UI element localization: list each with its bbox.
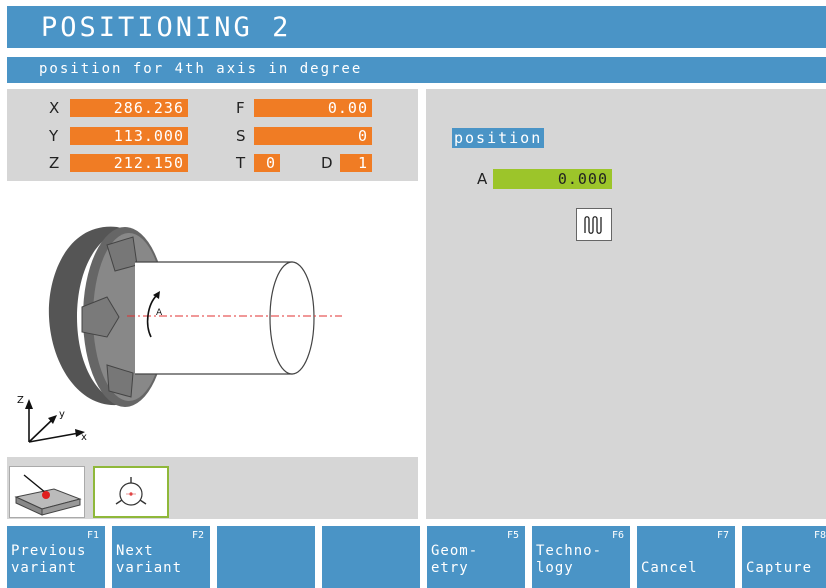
softkey-label-line1: Previous	[11, 543, 87, 559]
softkey-f6-technology[interactable]: F6 Techno- logy	[532, 526, 630, 588]
fkey-label: F5	[506, 530, 519, 541]
t-label: T	[236, 154, 246, 172]
softkey-f3-empty[interactable]	[217, 526, 315, 588]
softkey-label-line1: Next	[116, 543, 154, 559]
softkey-label-line2: Cancel	[641, 560, 698, 576]
fkey-label: F6	[611, 530, 624, 541]
axis-z-label: Z	[17, 395, 24, 406]
section-heading-position: position	[452, 128, 545, 148]
y-value: 113.000	[70, 127, 188, 145]
hint-bar: position for 4th axis in degree	[7, 57, 826, 83]
page-title: POSITIONING 2	[41, 12, 292, 43]
fkey-label: F1	[86, 530, 99, 541]
softkey-f2-next-variant[interactable]: F2 Next variant	[112, 526, 210, 588]
axis-x-label: x	[81, 432, 87, 443]
axis-y-label: y	[59, 409, 65, 420]
t-value: 0	[254, 154, 280, 172]
position-values-panel: X 286.236 Y 113.000 Z 212.150 F 0.00 S 0…	[7, 89, 418, 181]
a-axis-input[interactable]: 0.000	[493, 169, 612, 189]
y-label: Y	[49, 127, 59, 145]
softkey-label-line2: etry	[431, 560, 469, 576]
softkey-f5-geometry[interactable]: F5 Geom- etry	[427, 526, 525, 588]
pulse-toggle-button[interactable]	[576, 208, 612, 241]
panel-divider	[418, 89, 426, 519]
fkey-label: F8	[813, 530, 826, 541]
x-value: 286.236	[70, 99, 188, 117]
plane-with-point-icon	[14, 474, 82, 516]
s-label: S	[236, 127, 246, 145]
machine-diagram: A Z y x	[7, 187, 418, 457]
s-value: 0	[254, 127, 372, 145]
d-label: D	[321, 154, 333, 172]
input-panel: position A 0.000	[426, 89, 826, 519]
fkey-label: F2	[191, 530, 204, 541]
pulse-icon	[584, 216, 602, 234]
circle-center-icon	[115, 477, 147, 506]
f-label: F	[236, 99, 245, 117]
softkey-f4-empty[interactable]	[322, 526, 420, 588]
softkey-label-line2: Capture	[746, 560, 813, 576]
softkey-label-line1: Techno-	[536, 543, 603, 559]
variant-thumb-plane[interactable]	[9, 466, 85, 518]
softkey-f7-cancel[interactable]: F7 Cancel	[637, 526, 735, 588]
lathe-chuck-illustration: A Z y x	[17, 226, 342, 443]
softkey-f1-previous-variant[interactable]: F1 Previous variant	[7, 526, 105, 588]
z-label: Z	[49, 154, 60, 172]
f-value: 0.00	[254, 99, 372, 117]
a-axis-label: A	[477, 170, 488, 188]
softkey-f8-capture[interactable]: F8 Capture	[742, 526, 826, 588]
title-bar: POSITIONING 2	[7, 6, 826, 48]
d-value: 1	[340, 154, 372, 172]
softkey-label-line2: variant	[116, 560, 183, 576]
x-label: X	[49, 99, 60, 117]
axis-a-label: A	[156, 308, 163, 318]
softkey-bar: F1 Previous variant F2 Next variant F5 G…	[0, 526, 826, 588]
softkey-label-line2: logy	[536, 560, 574, 576]
z-value: 212.150	[70, 154, 188, 172]
fkey-label: F7	[716, 530, 729, 541]
variant-thumb-circle[interactable]	[93, 466, 169, 518]
softkey-label-line1: Geom-	[431, 543, 479, 559]
softkey-label-line2: variant	[11, 560, 78, 576]
hint-text: position for 4th axis in degree	[39, 61, 363, 77]
